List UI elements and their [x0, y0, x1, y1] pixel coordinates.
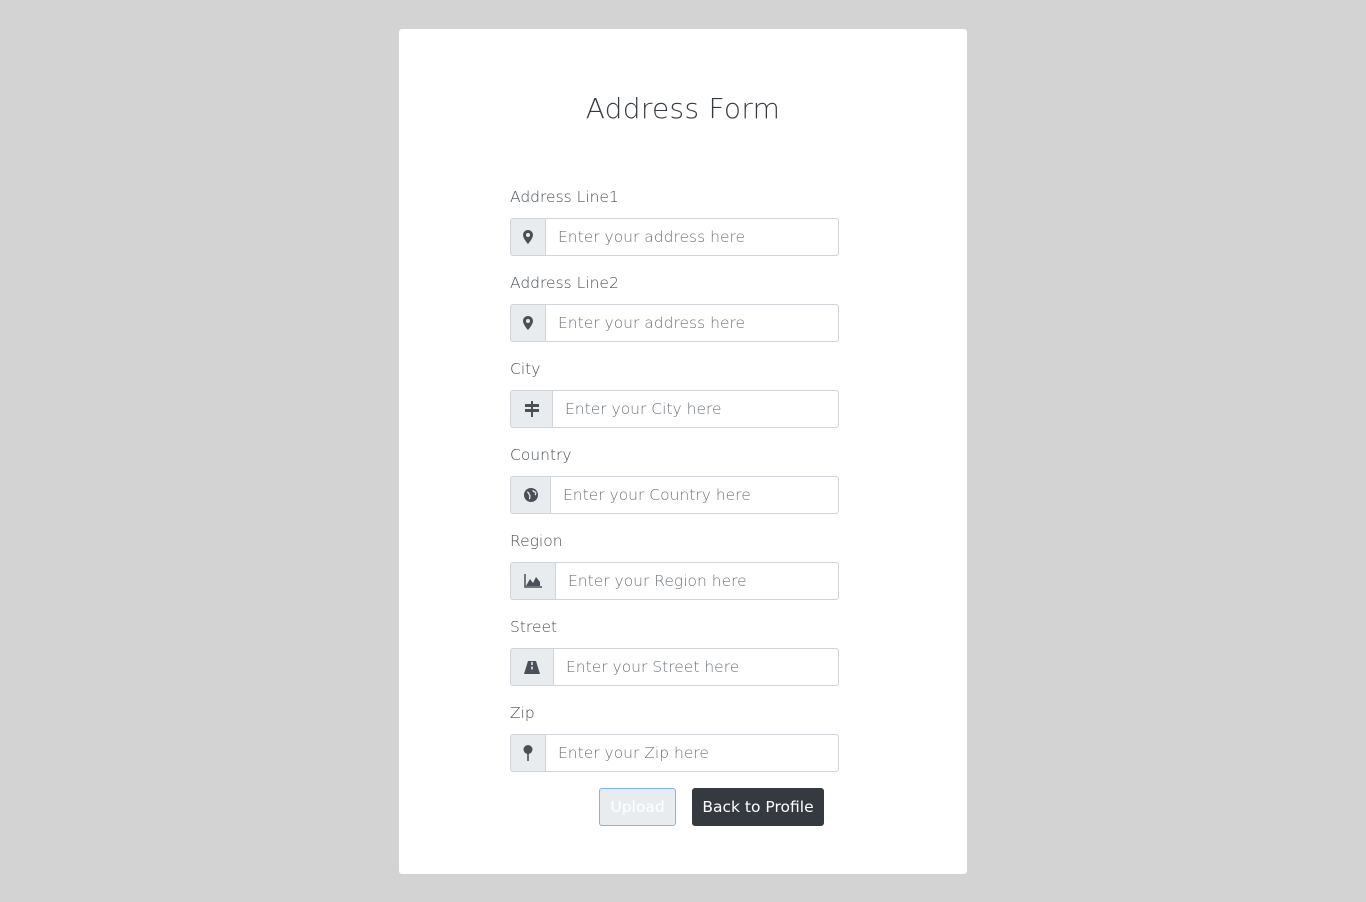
map-marker-icon — [510, 304, 545, 342]
country-label: Country — [510, 446, 572, 464]
street-input-group — [510, 648, 839, 686]
zip-label: Zip — [510, 704, 535, 722]
back-to-profile-button[interactable]: Back to Profile — [692, 788, 824, 826]
region-label: Region — [510, 532, 563, 550]
address-line2-group: Address Line2 — [510, 272, 839, 358]
city-input[interactable] — [552, 390, 839, 428]
city-input-group — [510, 390, 839, 428]
map-marker-icon — [510, 218, 545, 256]
country-input-group — [510, 476, 839, 514]
upload-button[interactable]: Upload — [599, 788, 676, 826]
area-chart-icon — [510, 562, 555, 600]
signpost-icon — [510, 390, 552, 428]
form-actions: Upload Back to Profile — [0, 788, 1366, 826]
page-title: Address Form — [585, 92, 781, 125]
region-group: Region — [510, 530, 839, 616]
address-line2-input-group — [510, 304, 839, 342]
region-input[interactable] — [555, 562, 839, 600]
country-group: Country — [510, 444, 839, 530]
road-icon — [510, 648, 553, 686]
address-line1-group: Address Line1 — [510, 186, 839, 272]
zip-group: Zip — [510, 702, 839, 788]
street-label: Street — [510, 618, 558, 636]
city-label: City — [510, 360, 541, 378]
globe-icon — [510, 476, 550, 514]
country-input[interactable] — [550, 476, 839, 514]
region-input-group — [510, 562, 839, 600]
address-line2-input[interactable] — [545, 304, 839, 342]
street-input[interactable] — [553, 648, 839, 686]
address-line1-input-group — [510, 218, 839, 256]
zip-input[interactable] — [545, 734, 839, 772]
street-group: Street — [510, 616, 839, 702]
address-form: Address Line1 Address Line2 City Country — [510, 186, 839, 788]
address-line1-input[interactable] — [545, 218, 839, 256]
city-group: City — [510, 358, 839, 444]
address-line1-label: Address Line1 — [510, 188, 619, 206]
address-line2-label: Address Line2 — [510, 274, 619, 292]
zip-input-group — [510, 734, 839, 772]
map-pin-icon — [510, 734, 545, 772]
